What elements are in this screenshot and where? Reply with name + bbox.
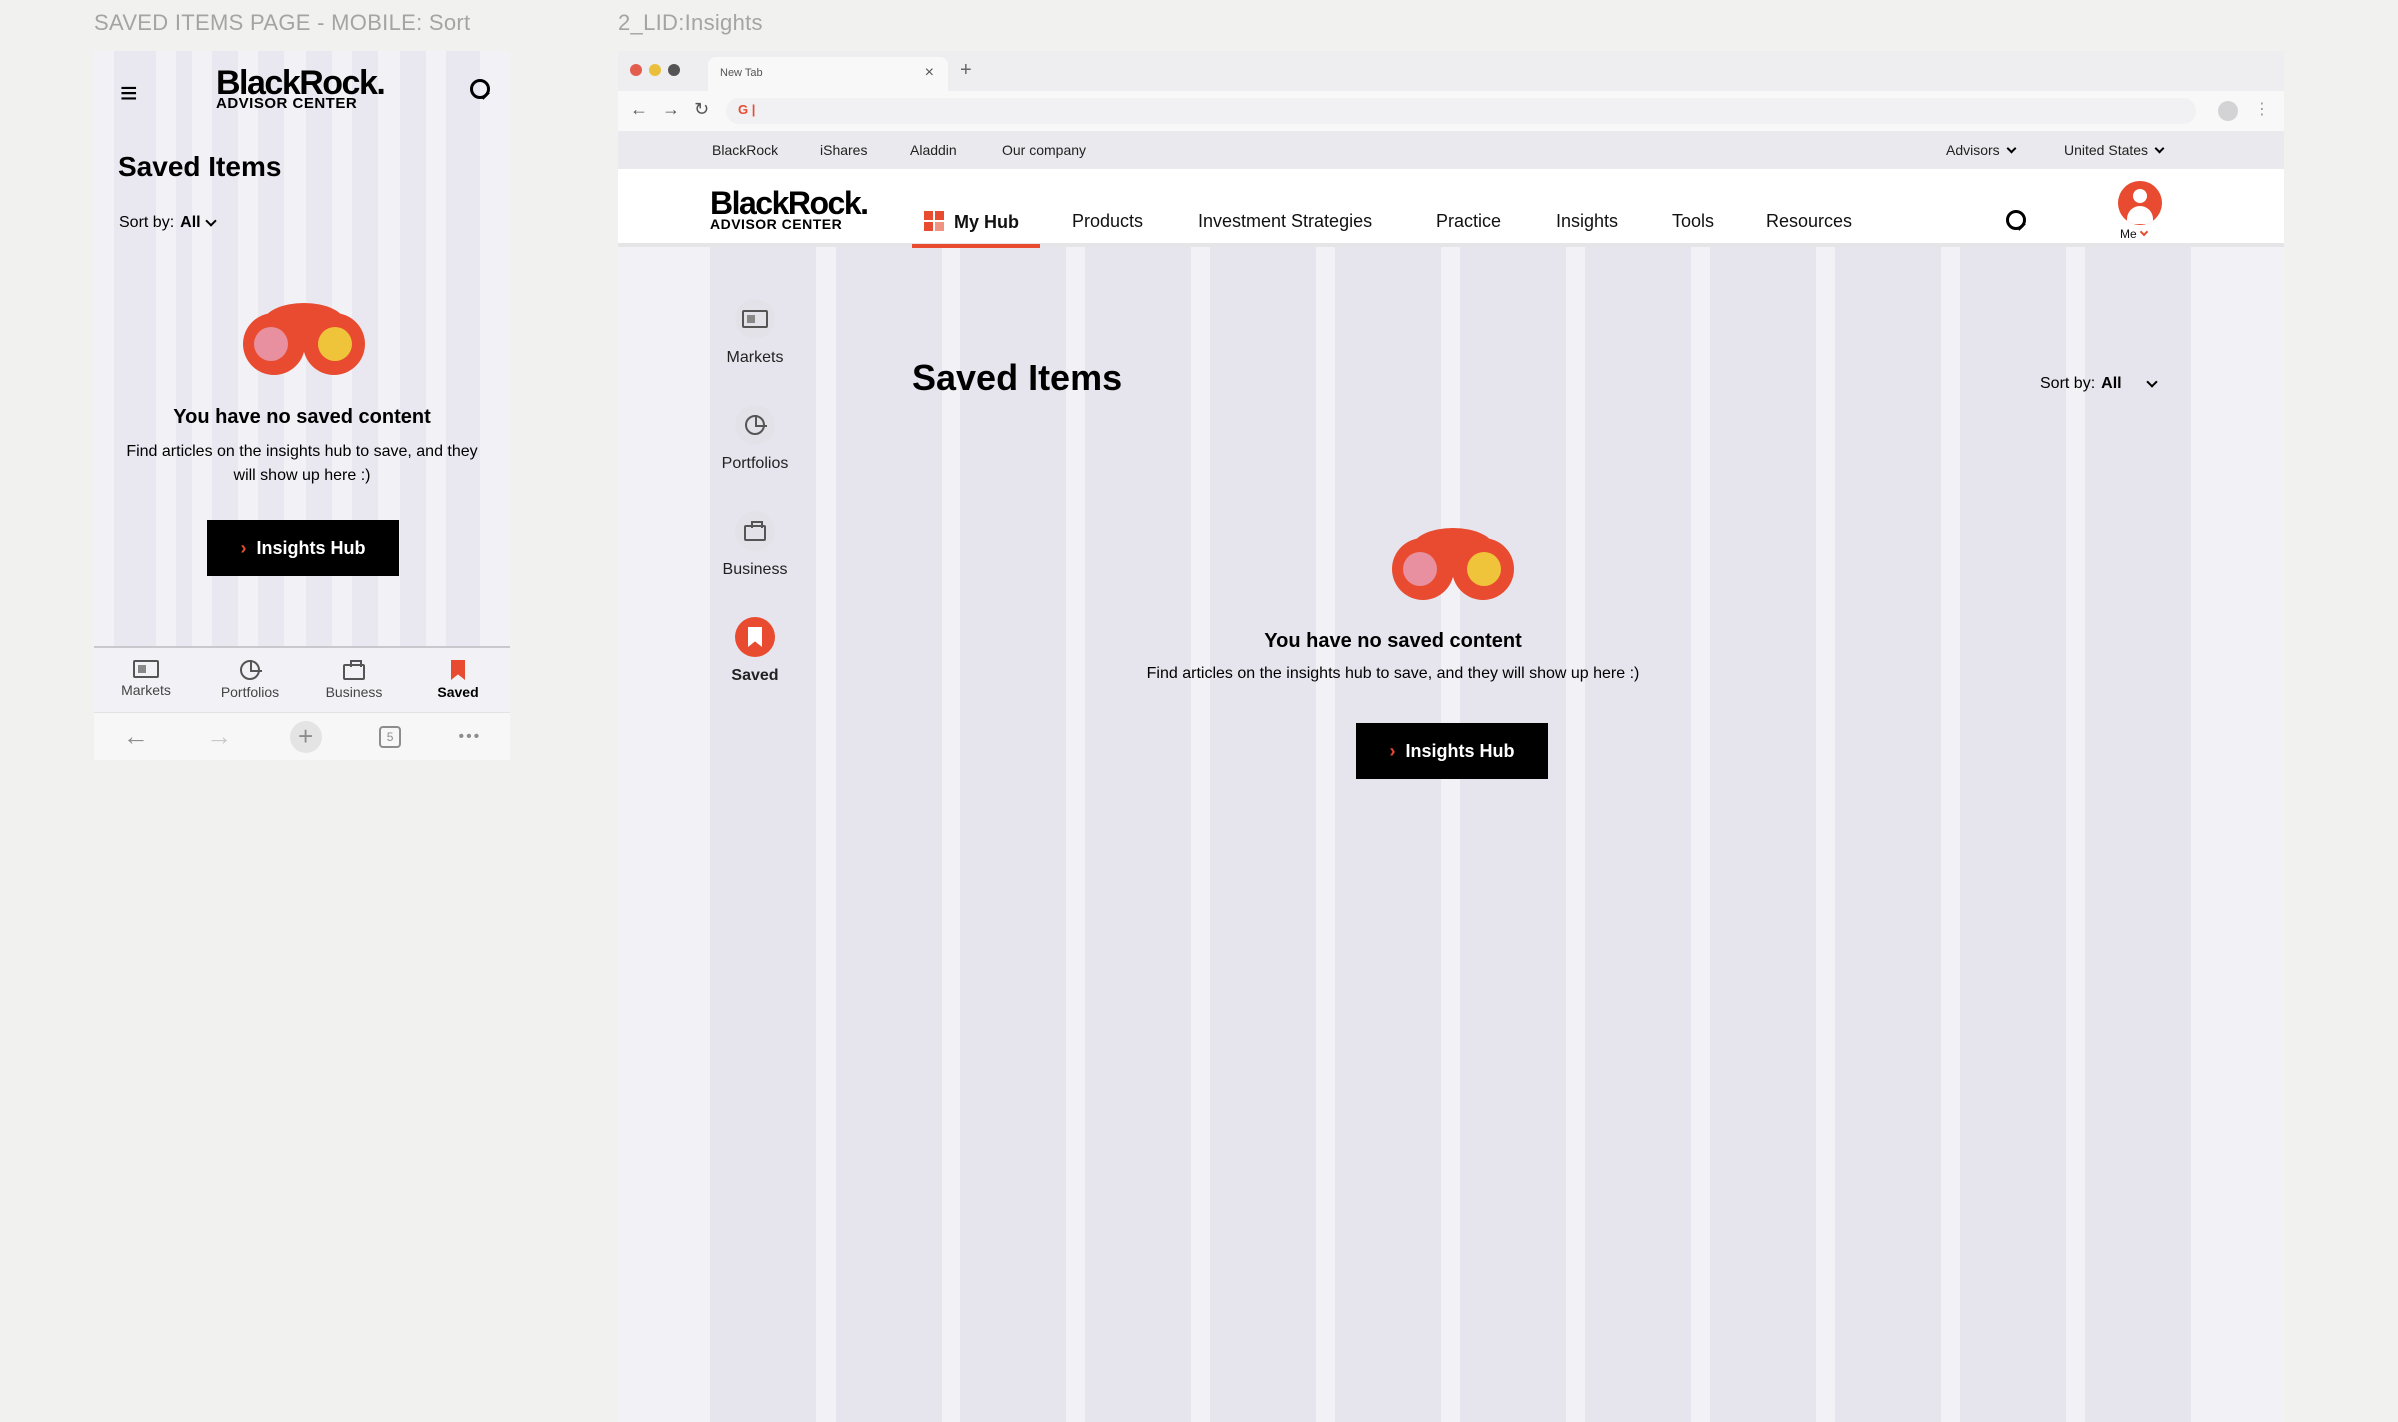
sort-dropdown[interactable]: Sort by: All (2040, 375, 2158, 393)
nav-resources[interactable]: Resources (1766, 211, 1852, 232)
empty-state-title: You have no saved content (173, 406, 431, 428)
omnibox-input[interactable]: G | (726, 98, 2196, 124)
mobile-frame: ≡ BlackRock. ADVISOR CENTER Saved Items … (94, 51, 510, 760)
utility-nav: BlackRock iShares Aladdin Our company Ad… (618, 131, 2284, 169)
avatar[interactable] (2118, 181, 2162, 225)
window-maximize-dot[interactable] (668, 64, 680, 76)
tab-markets[interactable]: Markets (94, 648, 198, 712)
insights-hub-button[interactable]: › Insights Hub (207, 520, 399, 576)
audience-dropdown[interactable]: Advisors (1946, 142, 2017, 158)
grid-icon (924, 211, 944, 231)
browser-menu-icon[interactable]: ⋮ (2254, 99, 2270, 119)
site-main: BlackRock. ADVISOR CENTER My Hub Product… (618, 169, 2284, 1422)
sidebar-item-markets[interactable]: Markets (710, 299, 800, 405)
nav-products[interactable]: Products (1072, 211, 1143, 232)
insights-hub-button[interactable]: › Insights Hub (1356, 723, 1548, 779)
blackrock-logo[interactable]: BlackRock. ADVISOR CENTER (216, 65, 386, 111)
nav-practice[interactable]: Practice (1436, 211, 1501, 232)
chevron-right-icon: › (240, 537, 247, 558)
blackrock-logo[interactable]: BlackRock. ADVISOR CENTER (710, 187, 869, 231)
nav-my-hub[interactable]: My Hub (924, 211, 1019, 233)
utility-link-our-company[interactable]: Our company (1002, 142, 1086, 158)
utility-link-ishares[interactable]: iShares (820, 142, 867, 158)
empty-state-title: You have no saved content (1264, 630, 1522, 652)
browser-profile-icon[interactable] (2218, 101, 2238, 121)
active-nav-underline (912, 244, 1040, 248)
region-dropdown[interactable]: United States (2064, 142, 2165, 158)
chevron-down-icon (2006, 143, 2017, 153)
search-icon[interactable] (2006, 210, 2028, 232)
chevron-down-icon (204, 215, 217, 227)
chevron-down-icon (2154, 143, 2165, 153)
sort-value: All (2101, 375, 2122, 392)
chevron-down-icon (2145, 376, 2158, 388)
tab-count-icon[interactable]: 5 (379, 725, 402, 748)
bookmark-icon (451, 660, 465, 680)
sort-label: Sort by: (2040, 375, 2096, 392)
more-icon[interactable]: ••• (458, 728, 481, 746)
newspaper-icon (133, 660, 159, 678)
sidebar: Markets Portfolios Business Saved (710, 299, 800, 723)
new-tab-button[interactable]: + (960, 59, 972, 82)
layout-grid-overlay (618, 169, 2284, 1422)
browser-tab-title: New Tab (720, 67, 763, 79)
address-bar-row: ← → ↻ G | ⋮ (618, 91, 2284, 131)
chevron-down-icon (2139, 227, 2148, 237)
desktop-frame: New Tab × + ← → ↻ G | ⋮ BlackRock iShare… (618, 51, 2284, 1422)
sidebar-item-portfolios[interactable]: Portfolios (710, 405, 800, 511)
pie-chart-icon (240, 660, 262, 680)
forward-arrow-icon[interactable]: → (662, 99, 680, 120)
close-icon[interactable]: × (925, 64, 934, 82)
tab-portfolios[interactable]: Portfolios (198, 648, 302, 712)
forward-arrow-icon[interactable]: → (206, 721, 232, 752)
frame-label-mobile: SAVED ITEMS PAGE - MOBILE: Sort (94, 10, 471, 35)
sort-value: All (180, 214, 201, 231)
hamburger-icon[interactable]: ≡ (120, 79, 138, 109)
search-icon[interactable] (470, 79, 492, 101)
browser-chrome: New Tab × + ← → ↻ G | ⋮ (618, 51, 2284, 131)
tab-business[interactable]: Business (302, 648, 406, 712)
mobile-browser-toolbar: ← → + 5 ••• (94, 712, 510, 760)
pie-chart-icon (745, 415, 767, 435)
newspaper-icon (742, 310, 768, 328)
chevron-right-icon: › (1389, 740, 1396, 761)
utility-link-blackrock[interactable]: BlackRock (712, 142, 778, 158)
insights-hub-label: Insights Hub (256, 537, 366, 558)
tab-saved[interactable]: Saved (406, 648, 510, 712)
utility-link-aladdin[interactable]: Aladdin (910, 142, 957, 158)
back-arrow-icon[interactable]: ← (630, 99, 648, 120)
nav-tools[interactable]: Tools (1672, 211, 1714, 232)
bottom-tab-bar: Markets Portfolios Business Saved (94, 646, 510, 712)
account-menu[interactable]: Me (2120, 227, 2148, 241)
nav-investment-strategies[interactable]: Investment Strategies (1198, 211, 1372, 232)
empty-state-text: Find articles on the insights hub to sav… (126, 443, 478, 484)
back-arrow-icon[interactable]: ← (123, 721, 149, 752)
briefcase-icon (744, 521, 766, 541)
empty-state-text: Find articles on the insights hub to sav… (1146, 665, 1640, 682)
sidebar-item-business[interactable]: Business (710, 511, 800, 617)
binoculars-icon (243, 303, 365, 375)
window-close-dot[interactable] (630, 64, 642, 76)
insights-hub-label: Insights Hub (1405, 740, 1515, 761)
site-header: BlackRock. ADVISOR CENTER My Hub Product… (618, 169, 2284, 248)
new-tab-icon[interactable]: + (289, 720, 322, 753)
browser-tab[interactable]: New Tab × (708, 57, 948, 91)
page-title: Saved Items (912, 357, 1123, 398)
briefcase-icon (343, 660, 365, 680)
page-title: Saved Items (118, 151, 282, 182)
frame-label-desktop: 2_LID:Insights (618, 10, 763, 35)
window-minimize-dot[interactable] (649, 64, 661, 76)
sort-dropdown[interactable]: Sort by: All (119, 214, 217, 232)
nav-insights[interactable]: Insights (1556, 211, 1618, 232)
reload-icon[interactable]: ↻ (694, 99, 709, 120)
sort-label: Sort by: (119, 214, 175, 231)
binoculars-icon (1392, 528, 1514, 600)
